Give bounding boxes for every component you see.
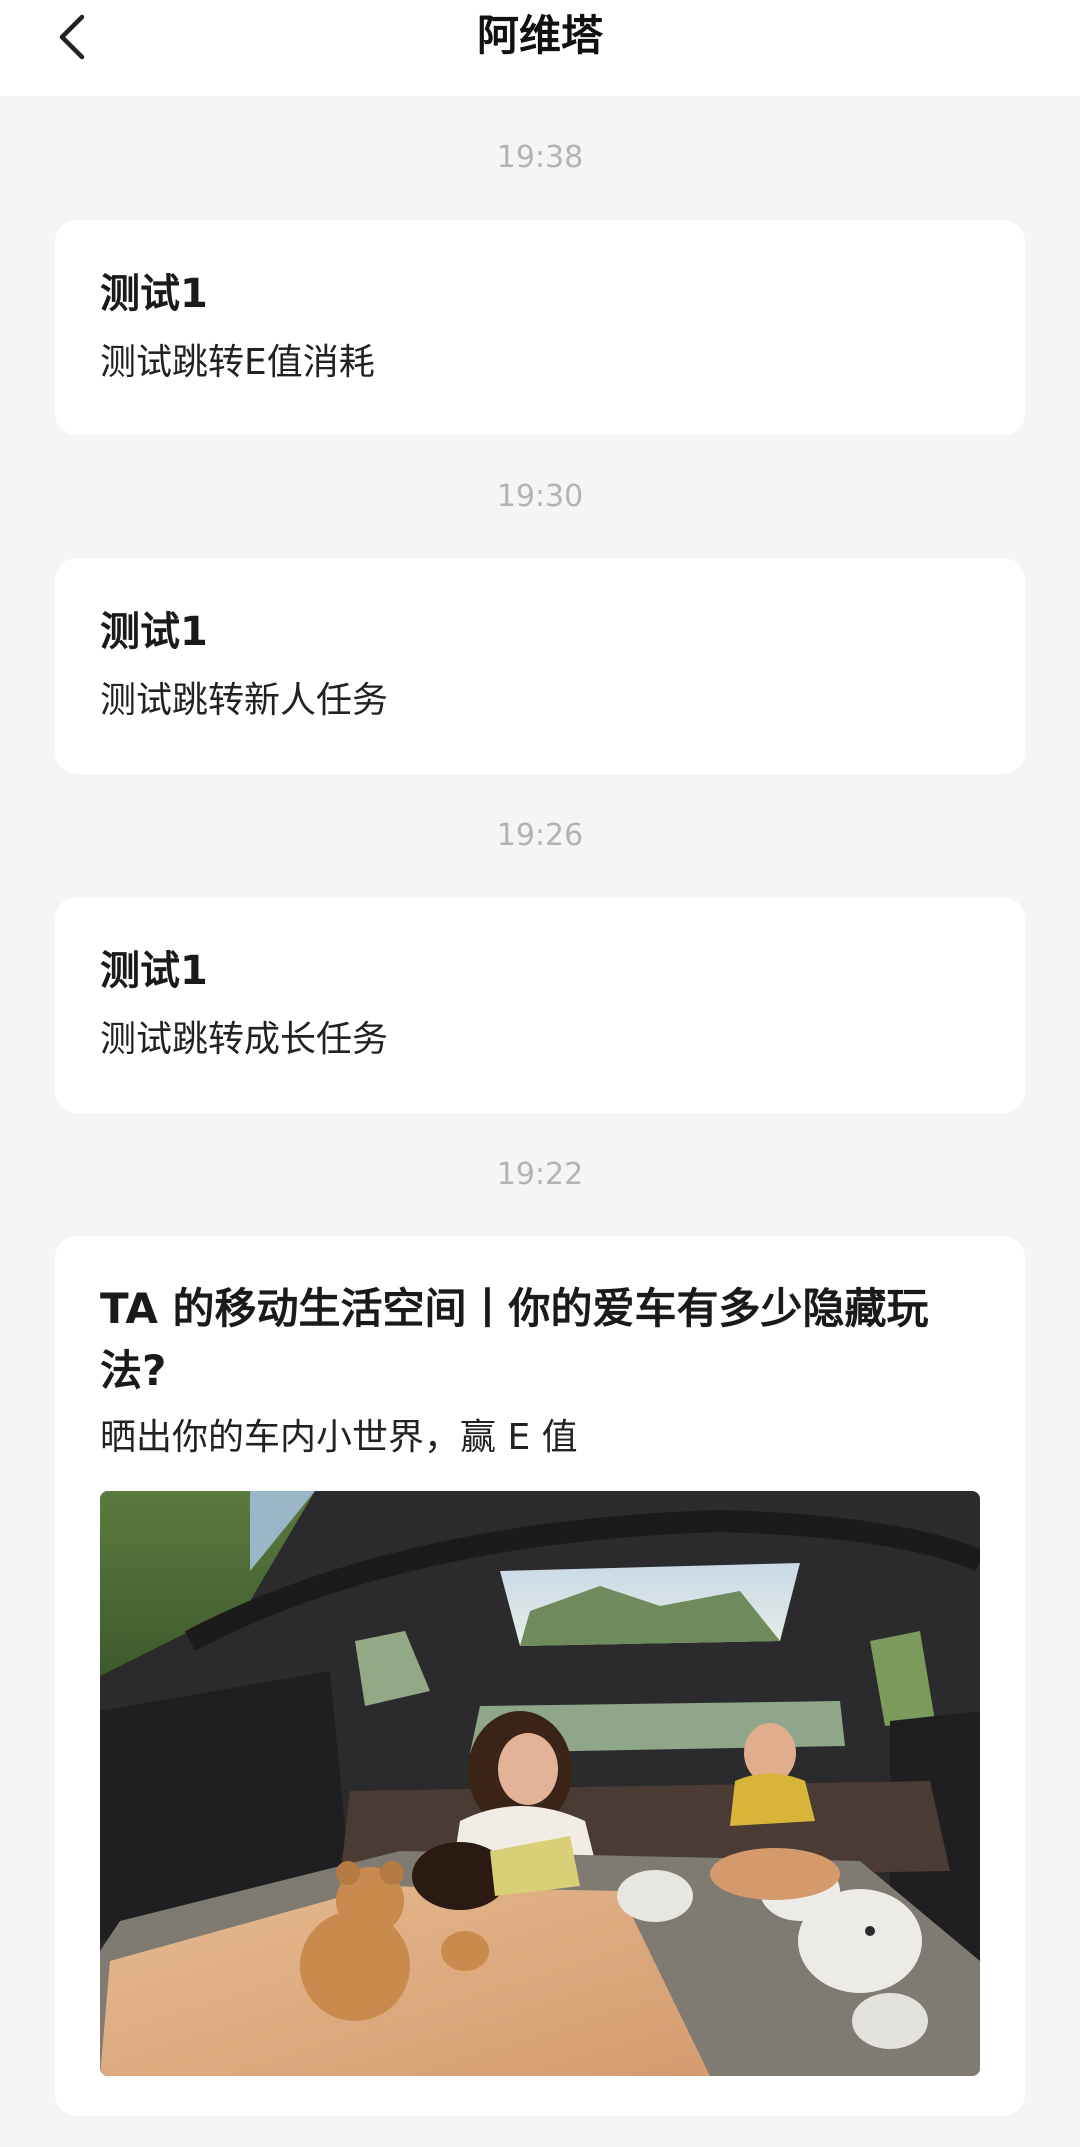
message-body: 测试跳转E值消耗 xyxy=(100,342,375,383)
message-title: 测试1 xyxy=(100,609,208,655)
page-title: 阿维塔 xyxy=(476,11,603,60)
message-card[interactable]: 测试1 测试跳转新人任务 xyxy=(55,558,1025,774)
message-title: 测试1 xyxy=(100,271,208,317)
promo-title: TA 的移动生活空间丨你的爱车有多少隐藏玩法? xyxy=(100,1284,929,1395)
promo-card[interactable]: TA 的移动生活空间丨你的爱车有多少隐藏玩法? 晒出你的车内小世界，赢 E 值 xyxy=(55,1236,1025,2116)
promo-image[interactable] xyxy=(100,1491,980,2076)
message-card[interactable]: 测试1 测试跳转E值消耗 xyxy=(55,220,1025,435)
promo-subtitle: 晒出你的车内小世界，赢 E 值 xyxy=(100,1417,578,1458)
message-timestamp: 19:22 xyxy=(496,1157,584,1192)
message-body: 测试跳转成长任务 xyxy=(100,1019,389,1060)
message-timestamp: 19:26 xyxy=(496,818,584,853)
car-interior-photo xyxy=(100,1491,980,2076)
message-timestamp: 19:30 xyxy=(496,479,584,514)
top-nav-bar: 阿维塔 xyxy=(0,0,1080,96)
message-card[interactable]: 测试1 测试跳转成长任务 xyxy=(55,897,1025,1113)
message-title: 测试1 xyxy=(100,948,208,994)
message-timestamp: 19:38 xyxy=(496,140,584,175)
message-body: 测试跳转新人任务 xyxy=(100,680,389,721)
